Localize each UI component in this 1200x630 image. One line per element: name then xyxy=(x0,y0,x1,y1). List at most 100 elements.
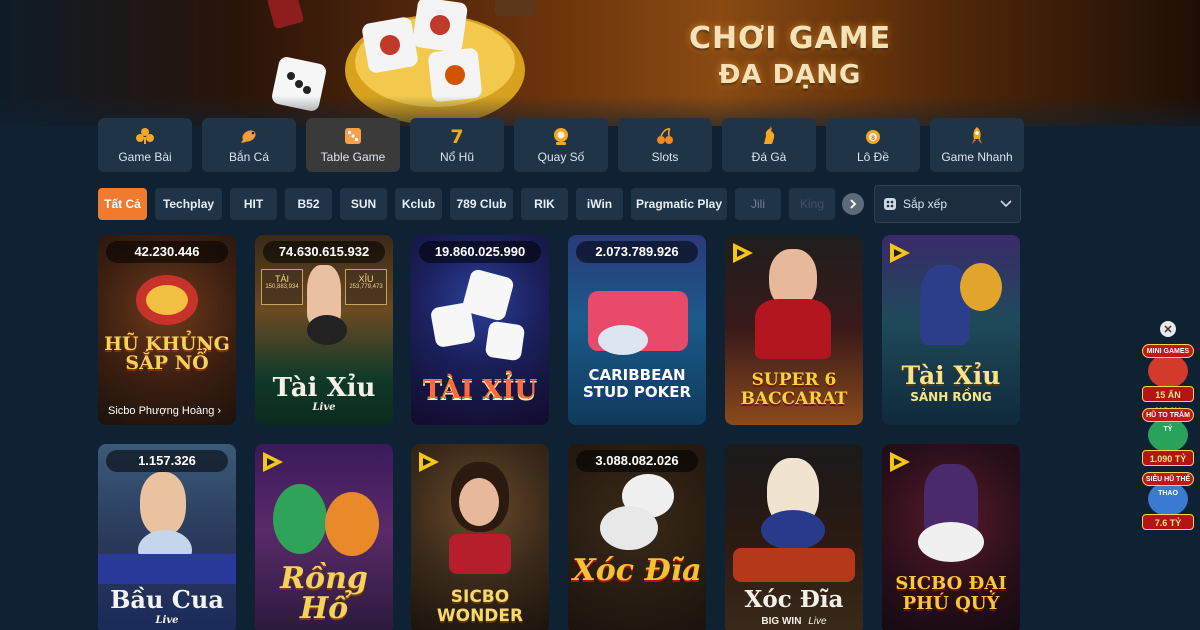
game-card-xoc-dia[interactable]: 3.088.082.026 Xóc Đĩa xyxy=(568,444,706,630)
filter-pragmatic-play[interactable]: Pragmatic Play xyxy=(631,188,727,220)
cards-club-icon xyxy=(134,126,156,146)
widget-mini-games[interactable]: MINI GAMES 15 ẨN NGAY xyxy=(1140,342,1196,416)
cherry-icon xyxy=(654,126,676,146)
widget-sieu-hu-the-thao[interactable]: SIÊU HŨ THỂ THAO 7.6 TỶ xyxy=(1140,470,1196,532)
category-tabs: Game Bài Bắn Cá Table Game 7 Nổ Hũ Quay … xyxy=(98,118,1024,172)
tab-game-nhanh[interactable]: Game Nhanh xyxy=(930,118,1024,172)
game-title: SICBO ĐẠI PHÚ QUÝ xyxy=(895,573,1007,614)
game-subtitle: BIG WIN xyxy=(761,616,802,627)
filter-kclub[interactable]: Kclub xyxy=(395,188,442,220)
filter-iwin[interactable]: iWin xyxy=(576,188,623,220)
filter-hit[interactable]: HIT xyxy=(230,188,277,220)
tab-label: Game Nhanh xyxy=(941,150,1013,164)
sort-icon xyxy=(884,198,896,210)
filter-sun[interactable]: SUN xyxy=(340,188,387,220)
game-title: SUPER 6 BACCARAT xyxy=(740,370,848,409)
game-title: CARIBBEAN STUD POKER xyxy=(582,366,692,401)
live-tag: Live xyxy=(155,615,179,626)
close-icon xyxy=(1164,325,1172,333)
jackpot-amount: 74.630.615.932 xyxy=(263,241,385,263)
banner-title: CHƠI GAME ĐA DẠNG xyxy=(640,20,940,92)
lotto-icon: 8 xyxy=(862,126,884,146)
svg-text:8: 8 xyxy=(871,135,875,142)
game-card-sicbo-wonder[interactable]: SICBO WONDER xyxy=(411,444,549,630)
lottery-ball-icon xyxy=(550,126,572,146)
provider-logo-icon xyxy=(890,243,910,263)
widget-value: 1.090 TỶ xyxy=(1142,450,1194,466)
live-tag: Live xyxy=(312,402,336,413)
filter-b52[interactable]: B52 xyxy=(285,188,332,220)
live-tag: Live xyxy=(808,616,827,627)
filter-789club[interactable]: 789 Club xyxy=(450,188,513,220)
game-title: Rồng Hổ xyxy=(280,561,368,626)
provider-logo-icon xyxy=(419,452,439,472)
dice-bowl-illustration xyxy=(266,0,535,125)
game-title: Tài Xỉu xyxy=(901,361,1001,390)
game-subtitle: SẢNH RỒNG xyxy=(910,390,992,404)
game-card-caribbean-stud-poker[interactable]: 2.073.789.926 CARIBBEAN STUD POKER xyxy=(568,235,706,425)
tab-label: Bắn Cá xyxy=(228,150,270,164)
sort-dropdown[interactable]: Sắp xếp xyxy=(874,185,1021,223)
game-title: Tài Xỉu xyxy=(272,373,376,403)
svg-text:7: 7 xyxy=(450,126,463,146)
widget-title: MINI GAMES xyxy=(1142,344,1194,358)
provider-logo-icon xyxy=(263,452,283,472)
filter-king[interactable]: King xyxy=(789,188,835,220)
provider-logo-icon xyxy=(733,243,753,263)
game-title: Bầu Cua xyxy=(110,585,224,614)
jackpot-amount: 3.088.082.026 xyxy=(576,450,698,472)
filter-scroll-right-button[interactable] xyxy=(842,193,864,215)
provider-logo-icon xyxy=(890,452,910,472)
tab-label: Slots xyxy=(651,150,679,164)
tai-panel: TÀI 150,883,934 xyxy=(261,269,303,305)
tab-label: Đá Gà xyxy=(751,150,787,164)
jackpot-amount: 1.157.326 xyxy=(106,450,228,472)
game-card-rong-ho[interactable]: Rồng Hổ xyxy=(255,444,393,630)
seven-icon: 7 xyxy=(446,126,468,146)
game-card-super-6-baccarat[interactable]: SUPER 6 BACCARAT xyxy=(725,235,863,425)
game-title: Xóc Đĩa xyxy=(744,586,844,613)
dice-icon xyxy=(342,126,364,146)
chevron-down-icon xyxy=(1000,200,1012,208)
chevron-right-icon xyxy=(850,199,857,209)
tab-table-game[interactable]: Table Game xyxy=(306,118,400,172)
game-card-sicbo-dai-phu-quy[interactable]: SICBO ĐẠI PHÚ QUÝ xyxy=(882,444,1020,630)
tab-quay-so[interactable]: Quay Số xyxy=(514,118,608,172)
tab-ban-ca[interactable]: Bắn Cá xyxy=(202,118,296,172)
provider-filter-bar: Tất Cả Techplay HIT B52 SUN Kclub 789 Cl… xyxy=(98,188,835,220)
tab-label: Nổ Hũ xyxy=(439,150,474,164)
widget-value: 15 ẨN NGAY xyxy=(1142,386,1194,416)
widget-title: SIÊU HŨ THỂ THAO xyxy=(1142,472,1194,497)
filter-techplay[interactable]: Techplay xyxy=(155,188,222,220)
game-card-tai-xiu-live[interactable]: 74.630.615.932 TÀI 150,883,934 XỈU 253,7… xyxy=(255,235,393,425)
game-card-tai-xiu[interactable]: 19.860.025.990 TÀI XỈU xyxy=(411,235,549,425)
game-card-tai-xiu-sanh-rong[interactable]: Tài Xỉu SẢNH RỒNG xyxy=(882,235,1020,425)
tab-game-bai[interactable]: Game Bài xyxy=(98,118,192,172)
game-title: Xóc Đĩa xyxy=(572,553,702,588)
fish-icon xyxy=(238,126,260,146)
tab-label: Game Bài xyxy=(118,150,172,164)
game-card-sicbo-phuong-hoang[interactable]: 42.230.446 HŨ KHỦNG SẮP NỔ Sicbo Phượng … xyxy=(98,235,236,425)
rocket-icon xyxy=(966,126,988,146)
tab-lo-de[interactable]: 8 Lô Đề xyxy=(826,118,920,172)
game-card-xoc-dia-big-win-live[interactable]: Xóc Đĩa BIG WIN Live xyxy=(725,444,863,630)
tab-label: Table Game xyxy=(320,150,386,164)
tab-label: Quay Số xyxy=(537,150,585,164)
banner-title-line2: ĐA DẠNG xyxy=(718,60,862,90)
hero-banner: CHƠI GAME ĐA DẠNG xyxy=(0,0,1200,126)
jackpot-amount: 42.230.446 xyxy=(106,241,228,263)
tab-da-ga[interactable]: Đá Gà xyxy=(722,118,816,172)
filter-jili[interactable]: Jili xyxy=(735,188,781,220)
tab-no-hu[interactable]: 7 Nổ Hũ xyxy=(410,118,504,172)
game-link[interactable]: Sicbo Phượng Hoàng › xyxy=(108,405,221,417)
rooster-icon xyxy=(758,126,780,146)
filter-rik[interactable]: RIK xyxy=(521,188,568,220)
xiu-panel: XỈU 253,779,473 xyxy=(345,269,387,305)
widget-value: 7.6 TỶ xyxy=(1142,514,1194,530)
widget-hu-to[interactable]: HŨ TO TRĂM TỶ 1.090 TỶ xyxy=(1140,406,1196,468)
close-widgets-button[interactable] xyxy=(1160,321,1176,337)
tab-slots[interactable]: Slots xyxy=(618,118,712,172)
filter-all[interactable]: Tất Cả xyxy=(98,188,147,220)
game-card-bau-cua-live[interactable]: 1.157.326 Bầu Cua Live xyxy=(98,444,236,630)
banner-title-line1: CHƠI GAME xyxy=(688,21,892,56)
